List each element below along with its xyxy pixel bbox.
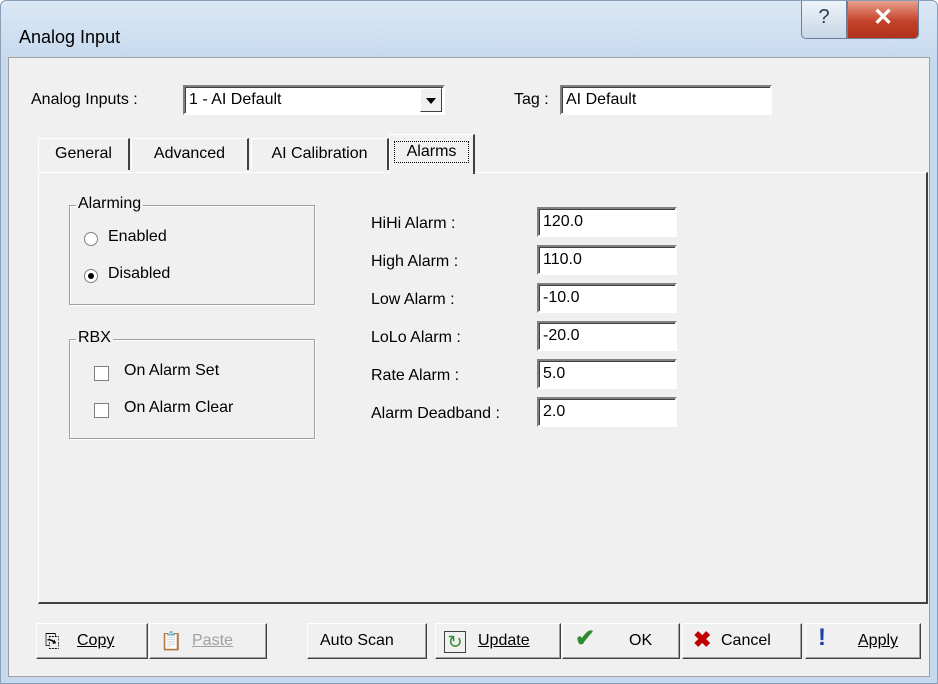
copy-button[interactable]: ⎘ Copy bbox=[36, 623, 148, 659]
tag-label: Tag : bbox=[514, 91, 549, 108]
hihi-alarm-label: HiHi Alarm : bbox=[371, 215, 456, 232]
on-alarm-clear-label: On Alarm Clear bbox=[124, 399, 234, 416]
tag-input-value: AI Default bbox=[566, 91, 637, 108]
tab-ai-calibration[interactable]: AI Calibration bbox=[251, 138, 389, 170]
low-alarm-label: Low Alarm : bbox=[371, 291, 455, 308]
chevron-down-icon[interactable] bbox=[420, 88, 442, 112]
high-alarm-label: High Alarm : bbox=[371, 253, 459, 270]
alarms-panel: Alarming Enabled Disabled RBX On Alarm S… bbox=[38, 172, 928, 604]
hihi-alarm-value: 120.0 bbox=[543, 213, 584, 230]
help-icon: ? bbox=[818, 6, 830, 28]
paste-icon: 📋 bbox=[160, 631, 183, 651]
close-button[interactable]: ✕ bbox=[847, 1, 919, 39]
lolo-alarm-label: LoLo Alarm : bbox=[371, 329, 461, 346]
copy-icon: ⎘ bbox=[45, 631, 60, 651]
help-button[interactable]: ? bbox=[801, 1, 847, 39]
on-alarm-set-label: On Alarm Set bbox=[124, 362, 220, 379]
analog-inputs-label: Analog Inputs : bbox=[31, 91, 138, 108]
rate-alarm-label: Rate Alarm : bbox=[371, 367, 460, 384]
tab-general[interactable]: General bbox=[38, 138, 130, 170]
rate-alarm-input[interactable]: 5.0 bbox=[537, 359, 677, 389]
apply-button-label: Apply bbox=[858, 632, 899, 649]
alarm-deadband-label: Alarm Deadband : bbox=[371, 405, 500, 422]
cancel-button[interactable]: ✖ Cancel bbox=[682, 623, 802, 659]
tab-general-label: General bbox=[55, 145, 112, 162]
copy-button-label: Copy bbox=[77, 632, 115, 649]
x-icon: ✖ bbox=[693, 627, 712, 652]
ok-button-label: OK bbox=[629, 632, 653, 649]
paste-button[interactable]: 📋 Paste bbox=[149, 623, 267, 659]
title-bar: Analog Input ? ✕ bbox=[1, 1, 937, 57]
tag-input[interactable]: AI Default bbox=[560, 85, 772, 115]
paste-button-label: Paste bbox=[192, 632, 233, 649]
dialog-window: Analog Input ? ✕ Analog Inputs : 1 - AI … bbox=[0, 0, 938, 684]
low-alarm-input[interactable]: -10.0 bbox=[537, 283, 677, 313]
high-alarm-input[interactable]: 110.0 bbox=[537, 245, 677, 275]
refresh-icon: ↻ bbox=[444, 631, 466, 653]
analog-inputs-select[interactable]: 1 - AI Default bbox=[183, 85, 445, 115]
enabled-radio[interactable] bbox=[84, 232, 98, 246]
dialog-client: Analog Inputs : 1 - AI Default Tag : AI … bbox=[8, 57, 930, 677]
apply-button[interactable]: ! Apply bbox=[805, 623, 921, 659]
low-alarm-value: -10.0 bbox=[543, 289, 580, 306]
disabled-radio[interactable] bbox=[84, 269, 98, 283]
tab-advanced[interactable]: Advanced bbox=[131, 138, 249, 170]
tab-alarms[interactable]: Alarms bbox=[389, 134, 475, 174]
alarming-group: Alarming Enabled Disabled bbox=[69, 195, 315, 305]
alarming-group-title: Alarming bbox=[76, 195, 144, 213]
rbx-group: RBX On Alarm Set On Alarm Clear bbox=[69, 329, 315, 439]
close-icon: ✕ bbox=[872, 4, 894, 31]
update-button-label: Update bbox=[478, 632, 530, 649]
auto-scan-button[interactable]: Auto Scan bbox=[307, 623, 427, 659]
tab-advanced-label: Advanced bbox=[153, 145, 226, 162]
alarm-deadband-input[interactable]: 2.0 bbox=[537, 397, 677, 427]
exclamation-icon: ! bbox=[818, 624, 826, 651]
auto-scan-button-label: Auto Scan bbox=[320, 632, 394, 649]
analog-inputs-value: 1 - AI Default bbox=[189, 91, 282, 108]
on-alarm-set-checkbox[interactable] bbox=[94, 366, 109, 381]
cancel-button-label: Cancel bbox=[721, 632, 771, 649]
on-alarm-clear-checkbox[interactable] bbox=[94, 403, 109, 418]
lolo-alarm-value: -20.0 bbox=[543, 327, 580, 344]
ok-button[interactable]: ✔ OK bbox=[562, 623, 680, 659]
window-title: Analog Input bbox=[19, 27, 121, 47]
rbx-group-title: RBX bbox=[76, 329, 113, 347]
hihi-alarm-input[interactable]: 120.0 bbox=[537, 207, 677, 237]
checkmark-icon: ✔ bbox=[575, 625, 596, 652]
lolo-alarm-input[interactable]: -20.0 bbox=[537, 321, 677, 351]
disabled-label: Disabled bbox=[108, 265, 171, 282]
tab-alarms-label: Alarms bbox=[394, 141, 469, 163]
high-alarm-value: 110.0 bbox=[543, 251, 582, 268]
tab-ai-calibration-label: AI Calibration bbox=[271, 145, 368, 162]
alarm-deadband-value: 2.0 bbox=[543, 403, 566, 420]
rate-alarm-value: 5.0 bbox=[543, 365, 566, 382]
update-button[interactable]: ↻ Update bbox=[435, 623, 561, 659]
enabled-label: Enabled bbox=[108, 228, 167, 245]
